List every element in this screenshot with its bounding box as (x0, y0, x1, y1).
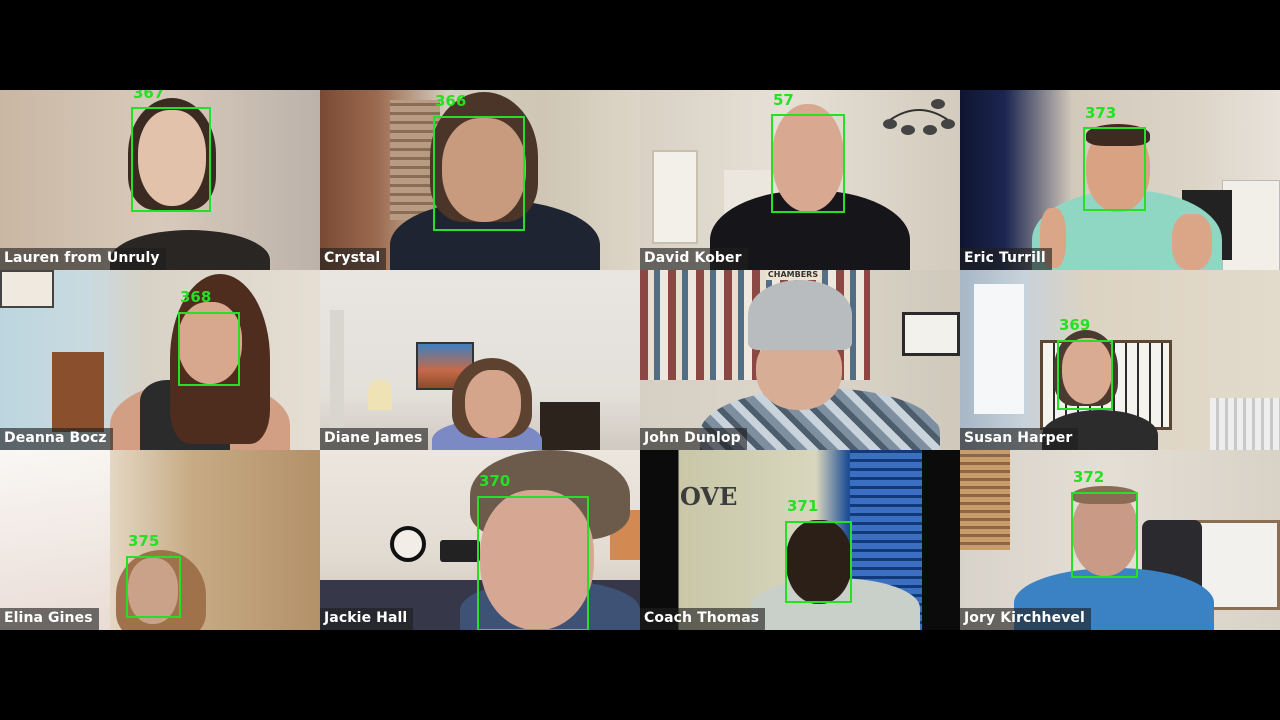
framed-certificate (902, 312, 960, 356)
curtain (330, 310, 344, 430)
face-detection-box (131, 107, 211, 212)
table (540, 402, 600, 450)
video-tile-david[interactable]: 57 David Kober (640, 90, 960, 270)
video-grid: 367 Lauren from Unruly 366 Crystal 57 Da… (0, 90, 1280, 630)
participant-name: David Kober (640, 248, 748, 270)
participant-name: Deanna Bocz (0, 428, 113, 450)
participant-name: Susan Harper (960, 428, 1079, 450)
face-detection-box (1071, 492, 1138, 578)
video-tile-eric[interactable]: 373 Eric Turrill (960, 90, 1280, 270)
video-tile-lauren[interactable]: 367 Lauren from Unruly (0, 90, 320, 270)
face-id-label: 371 (787, 497, 819, 515)
face-id-label: 370 (479, 472, 511, 490)
face-id-label: 366 (435, 92, 467, 110)
window-blinds (960, 450, 1010, 550)
video-tile-jackie[interactable]: 370 Jackie Hall (320, 450, 640, 630)
picture-frame (0, 270, 54, 308)
video-tile-diane[interactable]: Diane James (320, 270, 640, 450)
radiator (1210, 398, 1280, 450)
face-detection-box (771, 114, 845, 213)
hand-right (1172, 214, 1212, 270)
participant-name: John Dunlop (640, 428, 747, 450)
face-detection-box (1057, 340, 1113, 410)
participant-name: Crystal (320, 248, 387, 270)
participant-name: Jackie Hall (320, 608, 414, 630)
video-tile-susan[interactable]: 369 Susan Harper (960, 270, 1280, 450)
participant-cap (748, 280, 852, 350)
video-tile-deanna[interactable]: 368 Deanna Bocz (0, 270, 320, 450)
participant-face (465, 370, 521, 438)
chandelier (880, 90, 958, 138)
face-detection-box (785, 521, 852, 603)
wall-clock (390, 526, 426, 562)
video-tile-coach-thomas[interactable]: OVE 371 Coach Thomas (640, 450, 960, 630)
participant-name: Jory Kirchhevel (960, 608, 1091, 630)
face-id-label: 372 (1073, 468, 1105, 486)
participant-name: Diane James (320, 428, 429, 450)
face-detection-box (433, 116, 525, 231)
video-tile-john[interactable]: CHAMBERS John Dunlop (640, 270, 960, 450)
wall-decal: OVE (680, 482, 738, 511)
curtain (0, 450, 110, 630)
face-id-label: 373 (1085, 104, 1117, 122)
participant-name: Eric Turrill (960, 248, 1052, 270)
participant-name: Lauren from Unruly (0, 248, 166, 270)
lamp (368, 380, 392, 410)
face-id-label: 368 (180, 288, 212, 306)
wall-decor (440, 540, 480, 562)
face-detection-box (477, 496, 589, 630)
dresser (52, 352, 104, 432)
video-tile-crystal[interactable]: 366 Crystal (320, 90, 640, 270)
video-tile-elina[interactable]: 375 Elina Gines (0, 450, 320, 630)
face-id-label: 375 (128, 532, 160, 550)
participant-name: Elina Gines (0, 608, 99, 630)
face-id-label: 369 (1059, 316, 1091, 334)
video-tile-jory[interactable]: 372 Jory Kirchhevel (960, 450, 1280, 630)
window (652, 150, 698, 244)
face-detection-box (1083, 127, 1146, 211)
participant-name: Coach Thomas (640, 608, 766, 630)
face-detection-box (178, 312, 240, 386)
face-detection-box (126, 556, 181, 618)
face-id-label: 57 (773, 91, 794, 109)
face-id-label: 367 (133, 90, 165, 102)
window (974, 284, 1024, 414)
champions-sign: CHAMBERS (766, 270, 820, 280)
